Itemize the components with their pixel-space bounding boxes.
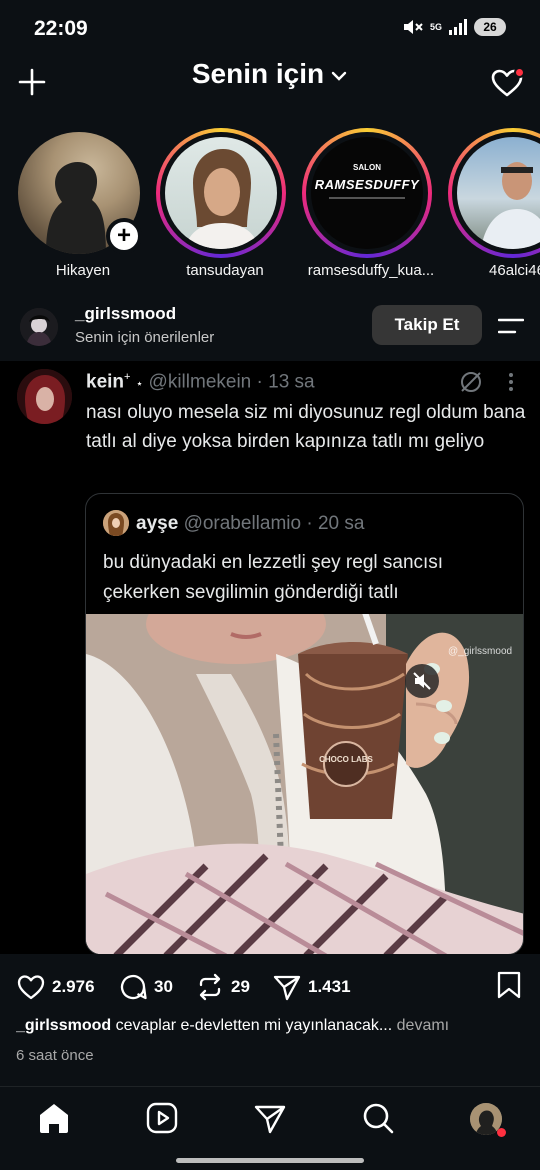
heart-icon bbox=[17, 975, 45, 1000]
home-icon[interactable] bbox=[37, 1101, 71, 1135]
feed-selector[interactable]: Senin için bbox=[0, 58, 540, 90]
search-icon[interactable] bbox=[361, 1101, 395, 1135]
add-story-icon[interactable]: + bbox=[106, 218, 142, 254]
story-avatar bbox=[165, 137, 277, 249]
follow-button[interactable]: Takip Et bbox=[372, 305, 482, 345]
post-timestamp: 6 saat önce bbox=[16, 1047, 94, 1064]
quote-handle: @orabellamio · 20 sa bbox=[183, 513, 365, 534]
chevron-down-icon bbox=[331, 71, 347, 81]
story-ring bbox=[156, 128, 286, 258]
reels-icon[interactable] bbox=[145, 1101, 179, 1135]
suggestion-subtitle: Senin için önerilenler bbox=[75, 329, 215, 346]
repost-count: 29 bbox=[231, 977, 250, 996]
cup-logo-text: CHOCO LABS bbox=[319, 755, 373, 764]
story-label: tansudayan bbox=[186, 262, 264, 279]
notification-dot bbox=[514, 67, 525, 78]
send-icon bbox=[273, 975, 301, 1001]
grok-icon bbox=[461, 372, 481, 392]
caption-text: cevaplar e-devletten mi yayınlanacak... bbox=[115, 1017, 393, 1034]
avatar-art bbox=[20, 308, 58, 346]
avatar-art bbox=[17, 369, 72, 424]
threads-app: 22:09 5G 26 Senin için + Hikayen tansuda… bbox=[0, 0, 540, 1170]
share-count: 1.431 bbox=[308, 977, 351, 996]
suggested-account-row: _girlssmood Senin için önerilenler Takip… bbox=[0, 296, 540, 358]
tweet-handle: @killmekein · 13 sa bbox=[148, 371, 315, 393]
photo-watermark: @_girlssmood bbox=[448, 646, 513, 657]
story-label: Hikayen bbox=[55, 262, 111, 279]
top-header: Senin için bbox=[0, 52, 540, 112]
logo-sub: SALON bbox=[353, 163, 381, 172]
quote-text: bu dünyadaki en lezzetli şey regl sancıs… bbox=[103, 552, 444, 603]
caption-username[interactable]: _girlssmood bbox=[16, 1017, 111, 1034]
quote-photo: CHOCO LABS @_girlssmood bbox=[86, 614, 523, 954]
mute-icon bbox=[403, 20, 423, 34]
post-media[interactable]: kein+ ⋆ @killmekein · 13 sa nası oluyo m… bbox=[0, 361, 540, 954]
tweet-author-name: kein bbox=[86, 371, 125, 393]
tweet-avatar bbox=[17, 369, 72, 424]
tweet-header: kein+ ⋆ @killmekein · 13 sa bbox=[86, 371, 315, 393]
home-indicator bbox=[176, 1158, 364, 1163]
repost-icon bbox=[199, 973, 221, 1001]
quote-header: ayşe @orabellamio · 20 sa bbox=[136, 513, 364, 535]
options-icon[interactable] bbox=[498, 316, 524, 336]
volume-off-icon[interactable] bbox=[405, 664, 439, 698]
network-type: 5G bbox=[429, 21, 442, 32]
quote-author-name: ayşe bbox=[136, 513, 179, 534]
quoted-tweet: ayşe @orabellamio · 20 sa bu dünyadaki e… bbox=[85, 493, 524, 954]
dessert-photo: CHOCO LABS bbox=[86, 614, 523, 954]
status-time: 22:09 bbox=[34, 17, 88, 40]
volume-off-glyph bbox=[413, 672, 431, 690]
post-caption[interactable]: _girlssmood cevaplar e-devletten mi yayı… bbox=[16, 1017, 526, 1035]
status-icons: 5G 26 bbox=[402, 18, 506, 36]
more-options-icon bbox=[509, 373, 513, 391]
comment-button[interactable]: 30 bbox=[118, 972, 173, 1002]
like-count: 2.976 bbox=[52, 977, 95, 996]
stories-tray: + Hikayen tansudayan SALON RAMSESDUFFY r… bbox=[0, 128, 540, 288]
story-ring bbox=[448, 128, 540, 258]
profile-notification-dot bbox=[497, 1128, 506, 1137]
story-label: ramsesduffy_kua... bbox=[307, 262, 435, 279]
logo-text: RAMSESDUFFY bbox=[314, 177, 420, 192]
send-icon[interactable] bbox=[253, 1101, 287, 1135]
share-button[interactable]: 1.431 bbox=[272, 972, 351, 1002]
portrait-figure bbox=[185, 149, 259, 249]
feed-title: Senin için bbox=[191, 58, 325, 89]
signal-icon bbox=[449, 19, 467, 35]
story-label: 46alci46 bbox=[489, 262, 540, 279]
comment-icon bbox=[120, 974, 147, 1000]
quote-avatar bbox=[103, 510, 129, 536]
tweet-text: nası oluyo mesela siz mi diyosunuz regl … bbox=[86, 402, 526, 452]
like-button[interactable]: 2.976 bbox=[16, 972, 95, 1002]
story-ring: SALON RAMSESDUFFY bbox=[302, 128, 432, 258]
bookmark-icon[interactable] bbox=[494, 970, 524, 1000]
account-avatar[interactable] bbox=[20, 308, 58, 346]
account-username[interactable]: _girlssmood bbox=[75, 304, 176, 324]
caption-more-link[interactable]: devamı bbox=[397, 1017, 449, 1034]
comment-count: 30 bbox=[154, 977, 173, 996]
bottom-nav bbox=[0, 1086, 540, 1170]
story-avatar: SALON RAMSESDUFFY bbox=[311, 137, 423, 249]
tweet-badge: ⋆ bbox=[135, 376, 144, 391]
post-actions: 2.976 30 29 1.431 bbox=[0, 960, 540, 1010]
battery-indicator: 26 bbox=[474, 18, 506, 36]
status-bar: 22:09 5G 26 bbox=[0, 0, 540, 58]
repost-button[interactable]: 29 bbox=[195, 972, 250, 1002]
avatar-art bbox=[103, 510, 129, 536]
